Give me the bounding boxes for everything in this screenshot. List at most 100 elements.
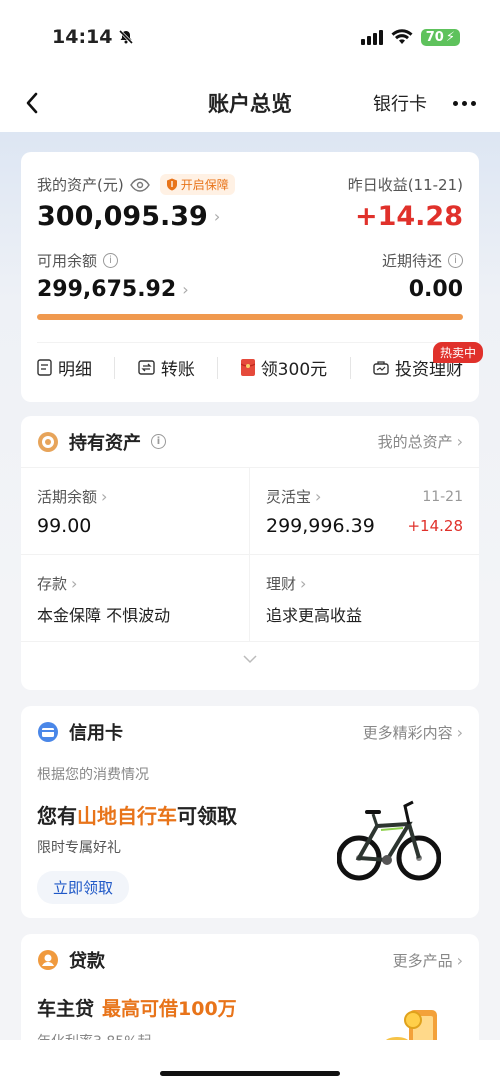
claim-300-button[interactable]: 领300元 xyxy=(240,355,328,380)
deposit-cell[interactable]: 存款 › 本金保障 不惧波动 xyxy=(21,555,250,642)
chevron-right-icon: › xyxy=(456,432,463,451)
battery-indicator: 70 ⚡ xyxy=(420,28,460,46)
info-icon[interactable]: i xyxy=(151,434,166,449)
back-button[interactable] xyxy=(24,83,64,123)
mute-bell-icon xyxy=(119,29,134,45)
more-content-link[interactable]: 更多精彩内容 › xyxy=(363,722,463,743)
yesterday-earnings-label: 昨日收益(11-21) xyxy=(347,176,463,194)
status-bar: 14:14 70 ⚡ xyxy=(0,0,500,74)
more-products-label: 更多产品 xyxy=(392,951,453,970)
holdings-header: 持有资产 i 我的总资产 › xyxy=(21,416,479,468)
cell-label: 存款 xyxy=(37,575,68,593)
chevron-right-icon: › xyxy=(182,280,189,299)
available-balance-label: 可用余额 xyxy=(37,252,98,270)
nav-bar: 账户总览 银行卡 xyxy=(0,74,500,132)
credit-header: 信用卡 更多精彩内容 › xyxy=(21,706,479,758)
transfer-button[interactable]: 转账 xyxy=(138,355,195,380)
eye-icon[interactable] xyxy=(129,177,150,192)
chevron-right-icon: › xyxy=(456,950,463,970)
info-icon[interactable]: i xyxy=(448,253,463,268)
quick-actions: 明细 转账 领300元 投资理财 xyxy=(37,342,463,392)
total-assets-link-label: 我的总资产 xyxy=(377,433,453,451)
credit-card-icon xyxy=(38,722,58,742)
total-assets-link[interactable]: 我的总资产 › xyxy=(378,431,463,452)
chevron-right-icon: › xyxy=(456,722,463,742)
cell-date: 11-21 xyxy=(422,488,463,505)
more-content-label: 更多精彩内容 xyxy=(362,723,453,742)
details-button[interactable]: 明细 xyxy=(37,355,92,380)
transfer-label: 转账 xyxy=(160,360,195,380)
claim-now-button[interactable]: 立即领取 xyxy=(37,871,130,904)
flexible-treasure-cell[interactable]: 灵活宝 › 11-21 299,996.39 +14.28 xyxy=(250,468,479,555)
transfer-icon xyxy=(138,360,155,375)
upcoming-repayment-header: 近期待还 i xyxy=(382,250,463,271)
cell-delta: +14.28 xyxy=(407,517,463,535)
holdings-title: 持有资产 xyxy=(69,432,141,454)
upcoming-repayment-label: 近期待还 xyxy=(381,252,442,270)
clock: 14:14 xyxy=(52,26,113,48)
upcoming-repayment-value: 0.00 xyxy=(408,277,463,302)
charging-icon: ⚡ xyxy=(445,29,455,45)
credit-card-section: 信用卡 更多精彩内容 › 根据您的消费情况 您有山地自行车可领取 限时专属好礼 … xyxy=(21,706,479,918)
cell-value: 追求更高收益 xyxy=(266,606,363,625)
home-indicator[interactable] xyxy=(160,1071,340,1076)
hot-sale-badge: 热卖中 xyxy=(432,342,483,363)
cell-label: 灵活宝 xyxy=(266,488,312,506)
loan-icon xyxy=(38,950,58,970)
cell-value: 99.00 xyxy=(37,515,92,537)
red-packet-icon xyxy=(240,359,255,376)
holdings-title-group: 持有资产 i xyxy=(37,429,166,455)
cell-value: 本金保障 不惧波动 xyxy=(37,606,171,625)
total-assets-value: 300,095.39 xyxy=(37,201,208,232)
protection-badge-label: 开启保障 xyxy=(180,178,229,192)
back-arrow-icon xyxy=(26,92,38,114)
loan-title: 贷款 xyxy=(69,951,105,972)
cell-value: 299,996.39 xyxy=(266,515,375,537)
chevron-right-icon: › xyxy=(101,487,108,506)
briefcase-icon xyxy=(373,361,389,375)
coin-icon xyxy=(38,431,58,452)
credit-title-group: 信用卡 xyxy=(37,719,123,745)
consumption-hint: 根据您的消费情况 xyxy=(37,767,149,783)
bottom-safe-area xyxy=(0,1040,500,1084)
promo-suffix: 可领取 xyxy=(177,804,237,828)
chevron-right-icon: › xyxy=(213,207,221,226)
chevron-right-icon: › xyxy=(300,574,307,593)
claim-300-label: 领300元 xyxy=(260,360,328,380)
my-assets-label: 我的资产(元) xyxy=(37,176,124,194)
protection-badge[interactable]: 开启保障 xyxy=(159,174,235,195)
expand-button[interactable] xyxy=(21,642,479,664)
cell-signal-icon xyxy=(360,29,383,45)
wifi-icon xyxy=(391,29,413,44)
info-icon[interactable]: i xyxy=(103,253,119,268)
available-balance-header: 可用余额 i xyxy=(37,250,119,271)
promo-prefix: 您有 xyxy=(37,804,77,828)
loan-header: 贷款 更多产品 › xyxy=(21,934,479,986)
demand-deposit-cell[interactable]: 活期余额 › 99.00 xyxy=(21,468,250,555)
chevron-down-icon xyxy=(243,655,257,664)
holdings-card: 持有资产 i 我的总资产 › 活期余额 › 99.00 灵活宝 › 11-21 29… xyxy=(21,416,479,690)
divider xyxy=(217,356,219,379)
divider xyxy=(349,356,351,379)
total-assets[interactable]: 300,095.39 › xyxy=(37,201,220,232)
available-balance-value: 299,675.92 xyxy=(37,277,177,302)
promo-highlight: 山地自行车 xyxy=(77,804,177,828)
yesterday-earnings-value: +14.28 xyxy=(354,201,463,232)
loan-product: 车主贷 xyxy=(37,998,95,1020)
loan-title-group: 贷款 xyxy=(37,947,105,973)
chevron-right-icon: › xyxy=(71,574,78,593)
more-options-icon[interactable] xyxy=(453,100,476,106)
more-products-link[interactable]: 更多产品 › xyxy=(393,950,463,971)
mountain-bike-image xyxy=(337,800,441,881)
battery-level: 70 xyxy=(425,29,444,45)
holdings-grid: 活期余额 › 99.00 灵活宝 › 11-21 299,996.39 +14.28… xyxy=(21,468,479,642)
cell-label: 活期余额 xyxy=(37,488,98,506)
divider xyxy=(114,356,116,379)
status-time: 14:14 xyxy=(52,26,134,48)
available-balance[interactable]: 299,675.92 › xyxy=(37,277,189,302)
balance-progress-bar xyxy=(37,314,463,320)
my-assets-header: 我的资产(元) 开启保障 xyxy=(37,174,235,195)
bank-card-link[interactable]: 银行卡 xyxy=(373,90,427,116)
wealth-management-cell[interactable]: 理财 › 追求更高收益 xyxy=(250,555,479,642)
cell-label: 理财 xyxy=(266,575,297,593)
